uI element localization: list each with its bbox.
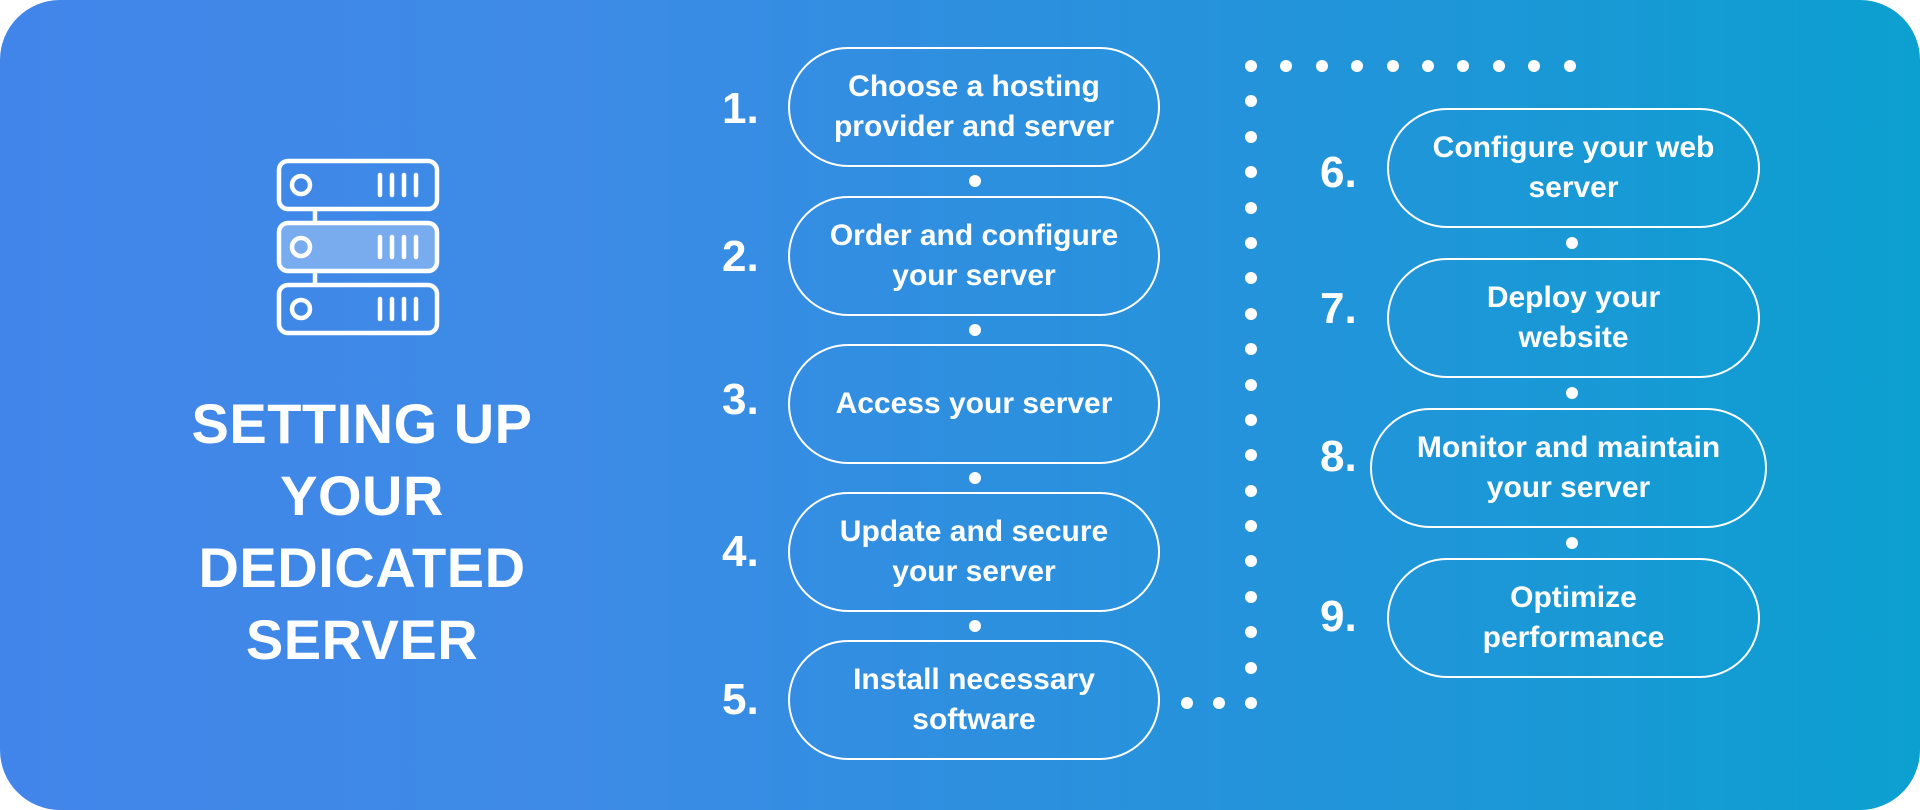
connector-dot (1566, 387, 1578, 399)
step-6-pill: Configure your web server (1387, 108, 1760, 228)
path-dot (1245, 697, 1257, 709)
path-dot (1245, 95, 1257, 108)
path-dot (1245, 307, 1257, 320)
path-dot (1245, 520, 1257, 533)
step-9-pill: Optimize performance (1387, 558, 1760, 678)
server-unit-top (276, 158, 440, 212)
connector-dot (969, 324, 981, 336)
step-1-pill: Choose a hosting provider and server (788, 47, 1160, 167)
step-number: 8. (1320, 432, 1357, 481)
path-dot (1245, 236, 1257, 249)
step-label: Access your server (835, 387, 1113, 420)
server-unit-middle (276, 220, 440, 274)
step-7-pill: Deploy your website (1387, 258, 1760, 378)
path-dot (1181, 697, 1193, 709)
path-dot (1245, 449, 1257, 462)
path-dot (1280, 60, 1293, 72)
path-dot (1245, 413, 1257, 426)
path-dot (1245, 60, 1257, 72)
step-label: Configure your web server (1432, 131, 1715, 204)
title-line: DEDICATED (198, 536, 526, 599)
connector-dot (1566, 537, 1578, 549)
path-dot (1245, 166, 1257, 179)
step-number: 1. (722, 84, 759, 133)
step-number: 7. (1320, 284, 1357, 333)
step-label: Deploy your website (1486, 281, 1661, 354)
path-dot (1245, 272, 1257, 285)
step-number: 6. (1320, 148, 1357, 197)
step-label: Choose a hosting provider and server (833, 70, 1115, 143)
path-dot (1245, 201, 1257, 214)
step-number: 2. (722, 232, 759, 281)
path-dot (1492, 60, 1505, 72)
title-line: SERVER (245, 608, 479, 671)
step-3-pill: Access your server (788, 344, 1160, 464)
server-unit-bottom (276, 282, 440, 336)
path-dot (1245, 626, 1257, 639)
path-dot (1457, 60, 1470, 72)
path-dot (1245, 590, 1257, 603)
step-label: Install necessary software (853, 663, 1095, 736)
path-dot (1528, 60, 1541, 72)
path-dot (1245, 484, 1257, 497)
path-dot (1245, 130, 1257, 143)
step-5-pill: Install necessary software (788, 640, 1160, 760)
step-label: Optimize performance (1482, 581, 1665, 654)
path-dot (1245, 343, 1257, 356)
path-dot (1386, 60, 1399, 72)
connector-dot (969, 620, 981, 632)
path-dot (1245, 378, 1257, 391)
step-label: Order and configure your server (829, 219, 1119, 292)
step-label: Monitor and maintain your server (1416, 431, 1721, 504)
path-dot (1422, 60, 1434, 72)
step-4-pill: Update and secure your server (788, 492, 1160, 612)
infographic-panel: SETTING UP YOUR DEDICATED SERVER 1. Choo… (0, 0, 1920, 810)
path-dot (1315, 60, 1328, 72)
path-dot (1351, 60, 1364, 72)
step-number: 4. (722, 527, 759, 576)
title-line: SETTING UP (191, 392, 533, 455)
title-line: YOUR (280, 464, 444, 527)
connector-dot (969, 175, 981, 187)
path-dot (1213, 697, 1225, 709)
path-dot (1563, 60, 1576, 72)
step-2-pill: Order and configure your server (788, 196, 1160, 316)
page-title: SETTING UP YOUR DEDICATED SERVER (140, 388, 584, 676)
path-dot (1245, 661, 1257, 674)
connector-dot (969, 472, 981, 484)
step-number: 3. (722, 375, 759, 424)
step-label: Update and secure your server (839, 515, 1109, 588)
step-8-pill: Monitor and maintain your server (1370, 408, 1767, 528)
connector-dot (1566, 237, 1578, 249)
server-rack-icon (276, 158, 440, 336)
step-number: 5. (722, 675, 759, 724)
path-dot (1245, 555, 1257, 568)
step-number: 9. (1320, 592, 1357, 641)
